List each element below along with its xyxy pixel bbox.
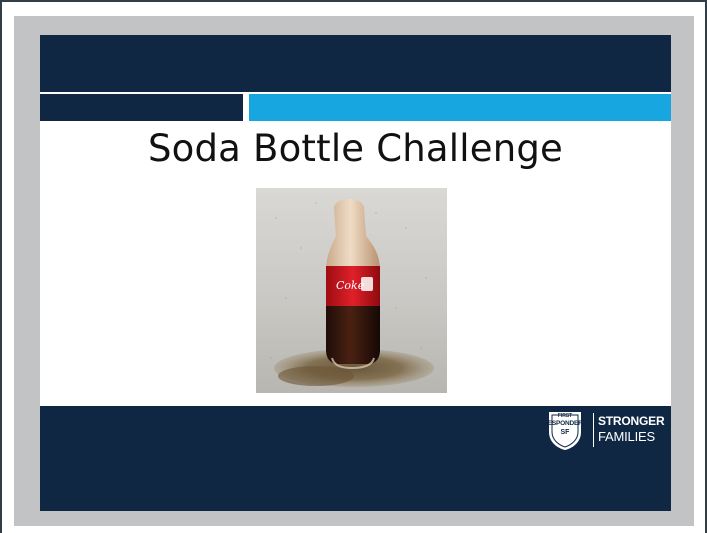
- slide: Soda Bottle Challenge Coke FIRST RESPOND…: [40, 35, 671, 511]
- shield-text-sf: SF: [560, 429, 570, 436]
- brand-stronger: STRONGER: [598, 414, 665, 428]
- shield-text-first: FIRST: [557, 413, 573, 419]
- svg-text:Coke: Coke: [336, 279, 365, 292]
- accent-bar-blue: [249, 94, 671, 121]
- brand-logo: FIRST RESPONDERS SF STRONGER FAMILIES: [543, 406, 665, 456]
- shield-text-responders: RESPONDERS: [543, 420, 587, 427]
- footer-band: FIRST RESPONDERS SF STRONGER FAMILIES: [40, 406, 671, 511]
- soda-bottle-photo: Coke: [256, 188, 447, 393]
- first-responders-shield-icon: FIRST RESPONDERS SF: [543, 408, 587, 452]
- accent-bar-dark: [40, 94, 243, 121]
- logo-divider: [593, 413, 594, 447]
- header-band: [40, 35, 671, 92]
- slide-title: Soda Bottle Challenge: [147, 127, 564, 170]
- brand-families: FAMILIES: [598, 429, 655, 444]
